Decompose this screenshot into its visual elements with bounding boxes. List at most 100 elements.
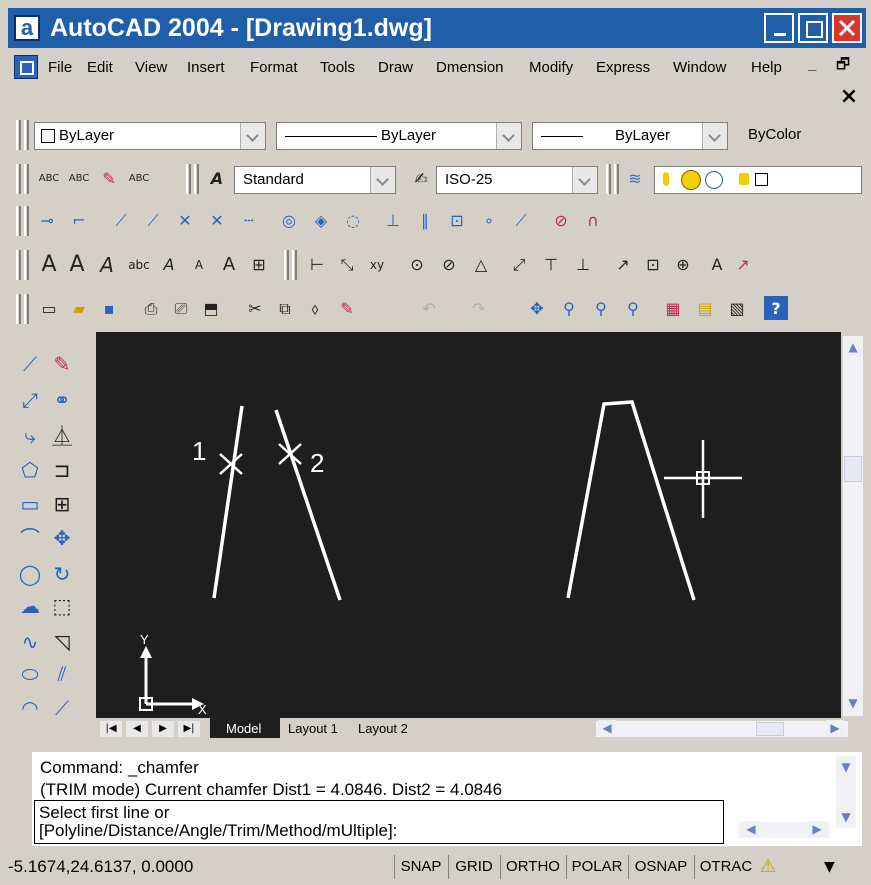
- ortho-toggle[interactable]: ORTHO: [500, 855, 565, 879]
- zoom-previous-icon[interactable]: ⚲: [620, 296, 646, 322]
- rotate-icon[interactable]: ↻: [48, 560, 76, 588]
- open-folder-icon[interactable]: ▰: [66, 296, 92, 322]
- lineweight-select[interactable]: ByLayer: [532, 122, 728, 150]
- snap-insert-icon[interactable]: ⊡: [444, 208, 470, 234]
- polygon-icon[interactable]: ⬠: [16, 456, 44, 484]
- document-icon[interactable]: [14, 55, 38, 79]
- toolbar-grip[interactable]: [292, 250, 297, 280]
- angular-dimension-icon[interactable]: △: [468, 252, 494, 278]
- hscroll-thumb[interactable]: [756, 722, 784, 736]
- justify-text-icon[interactable]: A: [216, 252, 242, 278]
- help-icon[interactable]: ?: [764, 296, 788, 320]
- autocad-app-icon[interactable]: a: [14, 15, 40, 41]
- snap-endpoint-icon[interactable]: ⟋: [108, 208, 134, 234]
- scroll-left-button[interactable]: ◀: [598, 720, 616, 736]
- menu-express[interactable]: Express: [596, 59, 650, 77]
- tab-layout-1[interactable]: Layout 1: [288, 721, 338, 737]
- erase-icon[interactable]: ✎: [48, 350, 76, 378]
- toolbar-grip[interactable]: [16, 164, 21, 194]
- find-replace-icon[interactable]: A: [156, 252, 182, 278]
- menu-window[interactable]: Window: [673, 59, 726, 77]
- status-menu-chevron-down-icon[interactable]: ▼: [824, 856, 844, 878]
- spline-icon[interactable]: ∿: [16, 628, 44, 656]
- drawing-canvas[interactable]: 1 2 Y X: [96, 332, 841, 718]
- text-edit-icon[interactable]: ABC: [66, 166, 92, 192]
- linear-dimension-icon[interactable]: ⊢: [304, 252, 330, 278]
- toolbar-grip[interactable]: [186, 164, 191, 194]
- command-scroll-up-button[interactable]: ▼: [837, 758, 855, 776]
- spelling-icon[interactable]: ABC: [36, 166, 62, 192]
- dimension-text-edit-icon[interactable]: ↗: [730, 252, 756, 278]
- line-icon[interactable]: ⟋: [16, 350, 44, 378]
- aligned-dimension-icon[interactable]: ⤡: [334, 252, 360, 278]
- ordinate-dimension-icon[interactable]: xy: [364, 252, 390, 278]
- last-tab-button[interactable]: ▶|: [178, 721, 200, 737]
- dtext-icon[interactable]: A: [36, 252, 62, 278]
- prev-tab-button[interactable]: ◀: [126, 721, 148, 737]
- menu-tools[interactable]: Tools: [320, 59, 355, 77]
- menu-help[interactable]: Help: [751, 59, 782, 77]
- move-icon[interactable]: ✥: [48, 524, 76, 552]
- polar-toggle[interactable]: POLAR: [566, 855, 627, 879]
- snap-none-icon[interactable]: ⊘: [548, 208, 574, 234]
- menu-format[interactable]: Format: [250, 59, 298, 77]
- copy-object-icon[interactable]: ⚭: [48, 386, 76, 414]
- toolbar-grip[interactable]: [24, 294, 29, 324]
- scroll-up-button[interactable]: ▲: [844, 338, 862, 356]
- command-scroll-right-button[interactable]: ▶: [808, 821, 826, 837]
- snap-quadrant-icon[interactable]: ◈: [308, 208, 334, 234]
- snap-toggle[interactable]: SNAP: [394, 855, 447, 879]
- mirror-icon[interactable]: ⏅: [48, 422, 76, 450]
- scroll-down-button[interactable]: ▼: [844, 694, 862, 712]
- scale-icon[interactable]: ⬚: [48, 592, 76, 620]
- continue-dimension-icon[interactable]: ⊥: [570, 252, 596, 278]
- chamfered-lines[interactable]: [566, 400, 696, 601]
- extend-icon[interactable]: ⟋: [48, 694, 76, 722]
- line-2[interactable]: [274, 409, 342, 601]
- plotstyle-select[interactable]: ByColor: [736, 122, 862, 150]
- first-tab-button[interactable]: |◀: [100, 721, 122, 737]
- circle-icon[interactable]: ◯: [16, 560, 44, 588]
- otrack-toggle[interactable]: OTRAC: [694, 855, 757, 879]
- tolerance-icon[interactable]: ⊡: [640, 252, 666, 278]
- text-style-icon[interactable]: ✎: [96, 166, 122, 192]
- chevron-down-icon[interactable]: [240, 123, 265, 149]
- menu-view[interactable]: View: [135, 59, 167, 77]
- snap-apparent-intersect-icon[interactable]: ✕: [204, 208, 230, 234]
- spell-check-icon[interactable]: abc: [126, 252, 152, 278]
- layer-select[interactable]: ByLayer: [34, 122, 266, 150]
- offset-icon[interactable]: ⊐: [48, 456, 76, 484]
- text-scale-icon[interactable]: ABC: [126, 166, 152, 192]
- array-icon[interactable]: ⊞: [48, 490, 76, 518]
- snap-nearest-icon[interactable]: ⟋: [508, 208, 534, 234]
- zoom-window-icon[interactable]: ⚲: [588, 296, 614, 322]
- snap-tangent-icon[interactable]: ◌: [340, 208, 366, 234]
- copy-icon[interactable]: ⧉: [272, 296, 298, 322]
- construction-line-icon[interactable]: ⤢: [16, 386, 44, 414]
- text-edit-style-icon[interactable]: A: [94, 252, 120, 278]
- baseline-dimension-icon[interactable]: ⊤: [538, 252, 564, 278]
- ellipse-icon[interactable]: ⬭: [16, 660, 44, 688]
- snap-from-icon[interactable]: ⌐: [66, 208, 92, 234]
- stretch-icon[interactable]: ◹: [48, 628, 76, 656]
- menu-modify[interactable]: Modify: [529, 59, 573, 77]
- radius-dimension-icon[interactable]: ⊙: [404, 252, 430, 278]
- cut-icon[interactable]: ✂: [242, 296, 268, 322]
- trim-icon[interactable]: ⫽: [48, 660, 76, 688]
- revision-cloud-icon[interactable]: ☁: [16, 592, 44, 620]
- design-center-icon[interactable]: ▤: [692, 296, 718, 322]
- toolbar-grip[interactable]: [24, 206, 29, 236]
- horizontal-scrollbar[interactable]: ◀ ▶: [596, 720, 848, 737]
- toolbar-grip[interactable]: [24, 164, 29, 194]
- layers-icon[interactable]: ≋: [622, 166, 648, 192]
- toolbar-grip[interactable]: [194, 164, 199, 194]
- undo-icon[interactable]: ↶: [416, 296, 442, 322]
- diameter-dimension-icon[interactable]: ⊘: [436, 252, 462, 278]
- dim-style-select[interactable]: ISO-25: [436, 166, 598, 194]
- toolbar-grip[interactable]: [16, 250, 21, 280]
- new-file-icon[interactable]: ▭: [36, 296, 62, 322]
- dimension-style-icon[interactable]: ✍: [408, 166, 434, 192]
- toolbar-grip[interactable]: [606, 164, 611, 194]
- scroll-thumb[interactable]: [844, 456, 862, 482]
- layer-state-select[interactable]: [654, 166, 862, 194]
